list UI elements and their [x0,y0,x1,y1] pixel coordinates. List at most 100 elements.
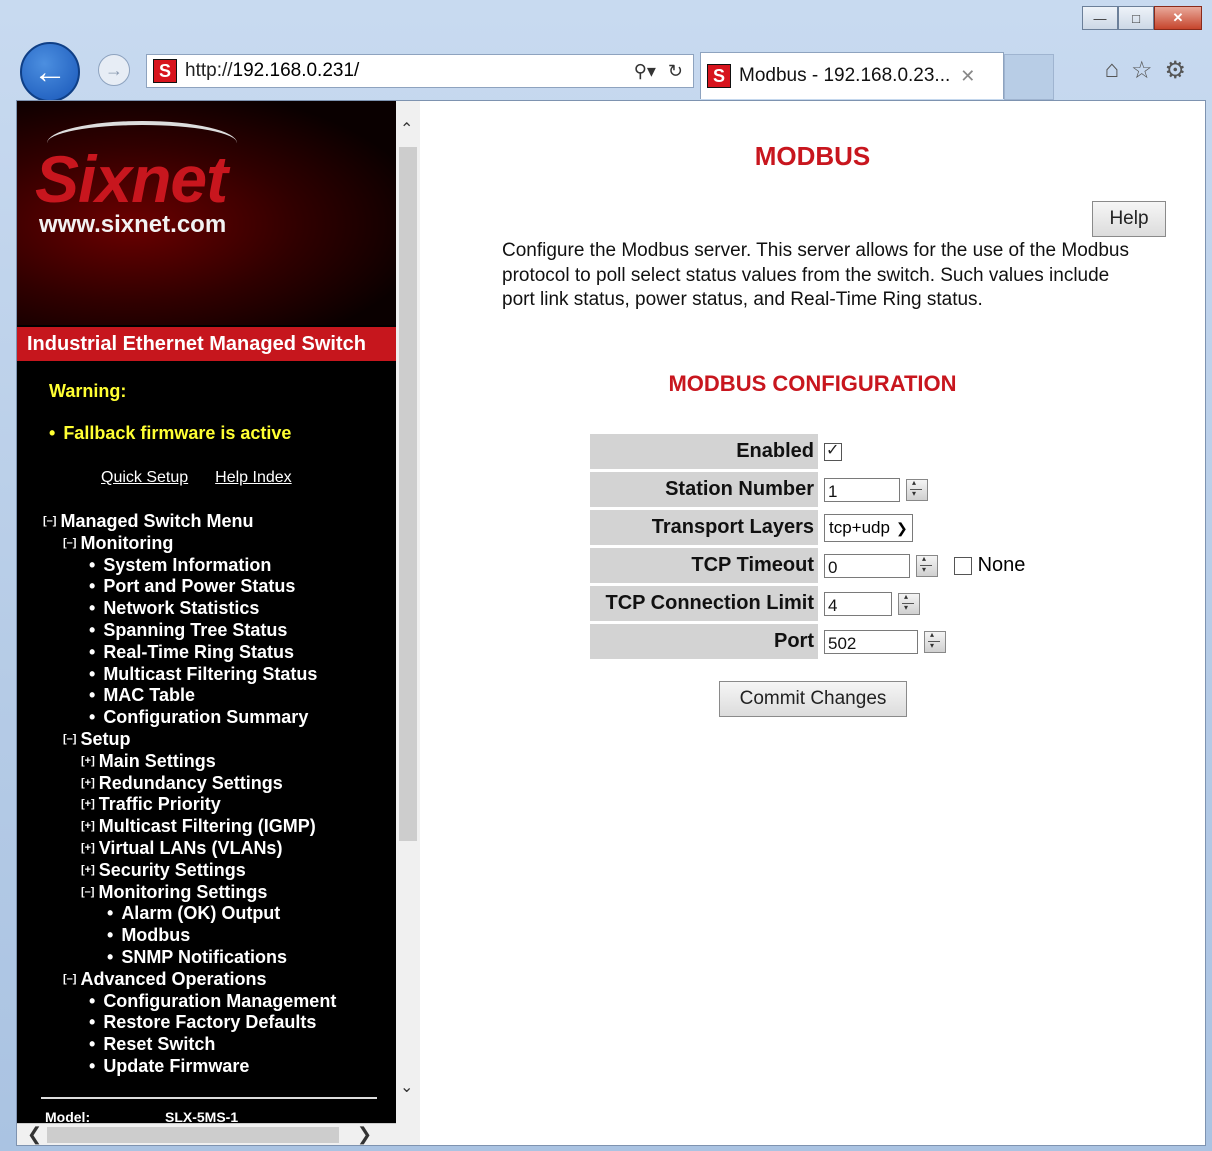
favorites-star-icon[interactable]: ☆ [1131,56,1153,85]
forward-icon[interactable]: → [98,54,130,86]
menu-item-modbus[interactable]: • Modbus [43,925,336,947]
settings-gear-icon[interactable]: ⚙ [1164,56,1186,85]
tcp-timeout-none-checkbox[interactable] [953,556,972,575]
close-window-button[interactable]: ✕ [1154,6,1202,30]
browser-tab[interactable]: S Modbus - 192.168.0.23... ✕ [700,52,1004,99]
tcp-timeout-input[interactable]: 0 [824,553,910,578]
menu-item-network-statistics[interactable]: • Network Statistics [43,598,336,620]
menu-item-label: System Information [103,554,272,575]
menu-item-snmp-notifications[interactable]: • SNMP Notifications [43,947,336,969]
back-icon[interactable]: ← [20,42,80,102]
logo-url: www.sixnet.com [39,211,227,238]
tcp-connection-limit-spinner-icon[interactable] [898,591,920,615]
tcp-connection-limit-cell: 4 [818,586,1025,621]
menu-item-virtual-lans[interactable]: [+] Virtual LANs (VLANs) [43,838,336,860]
enabled-label: Enabled [590,434,818,469]
horizontal-scrollbar[interactable]: ❮ ❯ [17,1123,396,1145]
port-label: Port [590,624,818,659]
vertical-scrollbar[interactable]: ⌃ ⌄ [396,101,420,1145]
tab-close-icon[interactable]: ✕ [960,66,975,87]
config-row-tcp-timeout: TCP Timeout 0 None [590,548,1025,583]
vertical-scroll-thumb[interactable] [399,147,417,841]
menu-item-label: Virtual LANs (VLANs) [98,837,283,858]
config-row-port: Port 502 [590,624,1025,659]
expand-icon[interactable]: [+] [81,864,95,876]
expand-icon[interactable]: [+] [81,755,95,767]
menu-item-label: Multicast Filtering Status [103,663,318,684]
left-menu-frame: Sixnet www.sixnet.com Industrial Etherne… [17,101,396,1145]
enabled-checkbox[interactable] [824,440,842,461]
expand-icon[interactable]: [+] [81,820,95,832]
tcp-connection-limit-input[interactable]: 4 [824,591,892,616]
collapse-icon[interactable]: [–] [63,537,76,549]
menu-monitoring-settings[interactable]: [–] Monitoring Settings [43,882,336,904]
menu-item-main-settings[interactable]: [+] Main Settings [43,751,336,773]
help-button[interactable]: Help [1092,201,1166,237]
station-number-input[interactable]: 1 [824,477,900,502]
refresh-icon[interactable]: ↻ [668,61,683,82]
transport-layers-selected: tcp+udp [829,517,890,537]
transport-layers-label: Transport Layers [590,510,818,545]
help-index-link[interactable]: Help Index [215,469,292,487]
home-icon[interactable]: ⌂ [1104,56,1119,85]
menu-setup[interactable]: [–] Setup [43,729,336,751]
menu-monitoring[interactable]: [–] Monitoring [43,533,336,555]
menu-item-configuration-management[interactable]: • Configuration Management [43,991,336,1013]
site-favicon-icon: S [153,59,177,83]
menu-item-traffic-priority[interactable]: [+] Traffic Priority [43,794,336,816]
logo-brand: Sixnet [35,142,228,216]
menu-item-reset-switch[interactable]: • Reset Switch [43,1034,336,1056]
scroll-up-icon[interactable]: ⌃ [400,119,413,139]
menu-item-security-settings[interactable]: [+] Security Settings [43,860,336,882]
port-input[interactable]: 502 [824,629,918,654]
port-spinner-icon[interactable] [924,629,946,653]
search-icon[interactable]: ⚲▾ [634,61,656,82]
menu-advanced-operations[interactable]: [–] Advanced Operations [43,969,336,991]
new-tab-button[interactable] [1004,54,1054,100]
collapse-icon[interactable]: [–] [63,733,76,745]
menu-item-spanning-tree-status[interactable]: • Spanning Tree Status [43,620,336,642]
port-cell: 502 [818,624,1025,659]
station-number-spinner-icon[interactable] [906,477,928,501]
scroll-right-icon[interactable]: ❯ [357,1124,372,1145]
horizontal-scroll-thumb[interactable] [47,1127,339,1143]
expand-icon[interactable]: [+] [81,777,95,789]
menu-item-label: Configuration Management [103,990,337,1011]
expand-icon[interactable]: [+] [81,798,95,810]
tcp-timeout-spinner-icon[interactable] [916,553,938,577]
menu-item-multicast-filtering-status[interactable]: • Multicast Filtering Status [43,664,336,686]
warning-title: Warning: [49,381,127,401]
collapse-icon[interactable]: [–] [63,973,76,985]
menu-item-restore-factory-defaults[interactable]: • Restore Factory Defaults [43,1012,336,1034]
menu-item-update-firmware[interactable]: • Update Firmware [43,1056,336,1078]
url-scheme: http:// [185,60,233,81]
menu-item-multicast-filtering-igmp[interactable]: [+] Multicast Filtering (IGMP) [43,816,336,838]
window-controls: — □ ✕ [1082,6,1202,30]
menu-item-configuration-summary[interactable]: • Configuration Summary [43,707,336,729]
enabled-value-cell [818,434,1025,469]
commit-changes-button[interactable]: Commit Changes [719,681,907,717]
address-bar[interactable]: S http://192.168.0.231/ ⚲▾ ↻ [146,54,694,88]
menu-item-system-information[interactable]: • System Information [43,555,336,577]
collapse-icon[interactable]: [–] [81,886,94,898]
menu-item-label: Modbus [121,925,191,946]
scroll-down-icon[interactable]: ⌄ [400,1077,413,1097]
transport-layers-select[interactable]: tcp+udp ❯ [824,513,913,542]
config-row-station-number: Station Number 1 [590,472,1025,507]
collapse-icon[interactable]: [–] [43,515,56,527]
menu-item-alarm-ok-output[interactable]: • Alarm (OK) Output [43,903,336,925]
menu-item-port-power-status[interactable]: • Port and Power Status [43,576,336,598]
url-text[interactable]: http://192.168.0.231/ [185,60,634,82]
menu-root[interactable]: [–] Managed Switch Menu [43,511,336,533]
menu-item-redundancy-settings[interactable]: [+] Redundancy Settings [43,773,336,795]
scroll-left-icon[interactable]: ❮ [27,1124,42,1145]
menu-item-real-time-ring-status[interactable]: • Real-Time Ring Status [43,642,336,664]
menu-item-label: Port and Power Status [103,576,296,597]
quick-setup-link[interactable]: Quick Setup [101,469,188,487]
minimize-button[interactable]: — [1082,6,1118,30]
maximize-button[interactable]: □ [1118,6,1154,30]
managed-switch-menu: [–] Managed Switch Menu [–] Monitoring • Sy… [43,511,336,1078]
menu-item-mac-table[interactable]: • MAC Table [43,685,336,707]
config-row-transport-layers: Transport Layers tcp+udp ❯ [590,510,1025,545]
expand-icon[interactable]: [+] [81,842,95,854]
